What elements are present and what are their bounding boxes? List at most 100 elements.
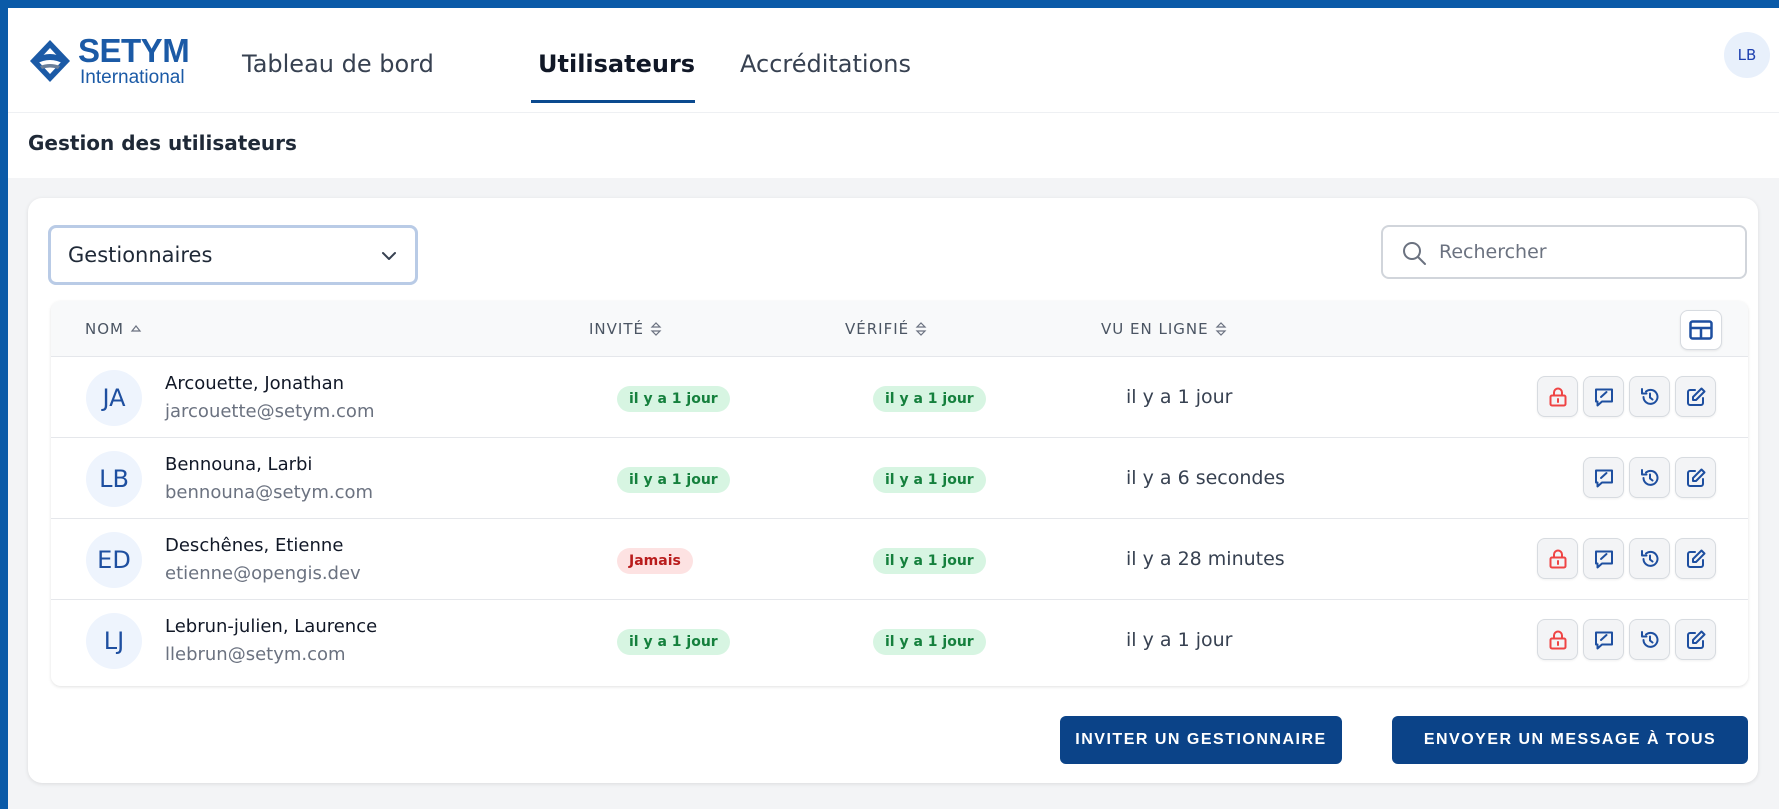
search-box xyxy=(1381,225,1747,279)
users-card: Gestionnaires NOM INVITÉ xyxy=(28,198,1758,783)
history-icon xyxy=(1640,468,1658,486)
tab-users-label: Utilisateurs xyxy=(538,50,696,78)
column-header-online[interactable]: VU EN LIGNE xyxy=(1101,320,1227,338)
search-icon xyxy=(1403,242,1426,265)
history-icon xyxy=(1640,387,1658,405)
sort-icon xyxy=(915,322,927,336)
lock-button[interactable] xyxy=(1537,538,1578,579)
message-icon xyxy=(1594,388,1613,406)
user-name: Arcouette, Jonathan xyxy=(165,373,345,394)
row-actions xyxy=(1537,538,1716,579)
status-badge-verified: il y a 1 jour xyxy=(873,548,986,574)
column-header-online-label: VU EN LIGNE xyxy=(1101,320,1209,338)
history-button[interactable] xyxy=(1629,376,1670,417)
column-header-verified[interactable]: VÉRIFIÉ xyxy=(845,320,927,338)
edit-icon xyxy=(1686,387,1705,406)
user-email: bennouna@setym.com xyxy=(165,482,374,503)
avatar: ED xyxy=(86,532,142,588)
last-seen: il y a 28 minutes xyxy=(1126,548,1285,570)
edit-icon xyxy=(1686,630,1705,649)
message-icon xyxy=(1594,631,1613,649)
message-button[interactable] xyxy=(1583,376,1624,417)
user-email: llebrun@setym.com xyxy=(165,644,346,665)
last-seen: il y a 6 secondes xyxy=(1126,467,1286,489)
message-all-button[interactable]: ENVOYER UN MESSAGE À TOUS xyxy=(1392,716,1748,764)
table-header: NOM INVITÉ VÉRIFIÉ VU EN LIGNE xyxy=(51,301,1748,357)
row-actions xyxy=(1537,619,1716,660)
user-initials: LB xyxy=(1737,46,1757,64)
top-navigation: SETYM International Tableau de bord Util… xyxy=(8,8,1779,112)
row-actions xyxy=(1537,376,1716,417)
edit-button[interactable] xyxy=(1675,538,1716,579)
column-header-name-label: NOM xyxy=(85,320,124,338)
table-row: LB Bennouna, Larbi bennouna@setym.com il… xyxy=(51,438,1748,519)
column-toggle-button[interactable] xyxy=(1680,310,1722,350)
edit-button[interactable] xyxy=(1675,457,1716,498)
user-avatar[interactable]: LB xyxy=(1724,32,1770,78)
message-button[interactable] xyxy=(1583,538,1624,579)
edit-icon xyxy=(1686,468,1705,487)
status-badge-invited: Jamais xyxy=(617,548,693,574)
chevron-down-icon xyxy=(382,252,396,260)
history-icon xyxy=(1640,549,1658,567)
tab-accreditations-label: Accréditations xyxy=(740,50,911,78)
column-header-invited-label: INVITÉ xyxy=(589,320,644,338)
sort-icon xyxy=(650,322,662,336)
table-columns-icon xyxy=(1689,320,1713,340)
message-button[interactable] xyxy=(1583,619,1624,660)
history-button[interactable] xyxy=(1629,457,1670,498)
history-button[interactable] xyxy=(1629,619,1670,660)
table-row: ED Deschênes, Etienne etienne@opengis.de… xyxy=(51,519,1748,600)
status-badge-invited: il y a 1 jour xyxy=(617,467,730,493)
history-icon xyxy=(1640,630,1658,648)
active-tab-indicator xyxy=(531,100,695,103)
message-button[interactable] xyxy=(1583,457,1624,498)
user-name: Lebrun-julien, Laurence xyxy=(165,616,378,637)
invite-manager-button[interactable]: INVITER UN GESTIONNAIRE xyxy=(1060,716,1342,764)
edit-button[interactable] xyxy=(1675,376,1716,417)
message-icon xyxy=(1594,469,1613,487)
status-badge-verified: il y a 1 jour xyxy=(873,386,986,412)
tab-dashboard-label: Tableau de bord xyxy=(242,50,434,78)
page-title: Gestion des utilisateurs xyxy=(28,131,297,155)
edit-button[interactable] xyxy=(1675,619,1716,660)
page-header: Gestion des utilisateurs xyxy=(8,112,1779,178)
lock-icon xyxy=(1549,549,1566,568)
tab-accreditations[interactable]: Accréditations xyxy=(740,42,911,112)
tab-dashboard[interactable]: Tableau de bord xyxy=(242,42,434,112)
avatar: JA xyxy=(86,370,142,426)
logo-mark-icon xyxy=(30,40,70,82)
brand-logo[interactable]: SETYM International xyxy=(28,30,213,90)
avatar: LJ xyxy=(86,613,142,669)
lock-icon xyxy=(1549,387,1566,406)
brand-name: SETYM xyxy=(78,32,190,69)
brand-subtitle: International xyxy=(80,67,185,88)
avatar-initials: LJ xyxy=(103,627,125,655)
column-header-invited[interactable]: INVITÉ xyxy=(589,320,662,338)
lock-button[interactable] xyxy=(1537,619,1578,660)
lock-button[interactable] xyxy=(1537,376,1578,417)
user-name: Bennouna, Larbi xyxy=(165,454,313,475)
status-badge-verified: il y a 1 jour xyxy=(873,467,986,493)
users-table: NOM INVITÉ VÉRIFIÉ VU EN LIGNE JA Arcoue… xyxy=(51,301,1748,686)
role-filter-select[interactable]: Gestionnaires xyxy=(48,225,418,285)
column-header-name[interactable]: NOM xyxy=(85,320,142,338)
avatar-initials: JA xyxy=(102,384,126,412)
role-filter-value: Gestionnaires xyxy=(68,243,213,267)
sort-icon xyxy=(1215,322,1227,336)
last-seen: il y a 1 jour xyxy=(1126,386,1233,408)
app-window: SETYM International Tableau de bord Util… xyxy=(8,8,1779,809)
avatar-initials: LB xyxy=(99,465,129,493)
last-seen: il y a 1 jour xyxy=(1126,629,1233,651)
table-row: LJ Lebrun-julien, Laurence llebrun@setym… xyxy=(51,600,1748,681)
sort-asc-icon xyxy=(130,325,142,332)
lock-icon xyxy=(1549,630,1566,649)
history-button[interactable] xyxy=(1629,538,1670,579)
edit-icon xyxy=(1686,549,1705,568)
status-badge-invited: il y a 1 jour xyxy=(617,629,730,655)
avatar: LB xyxy=(86,451,142,507)
status-badge-invited: il y a 1 jour xyxy=(617,386,730,412)
user-name: Deschênes, Etienne xyxy=(165,535,344,556)
status-badge-verified: il y a 1 jour xyxy=(873,629,986,655)
search-input[interactable] xyxy=(1439,237,1729,267)
